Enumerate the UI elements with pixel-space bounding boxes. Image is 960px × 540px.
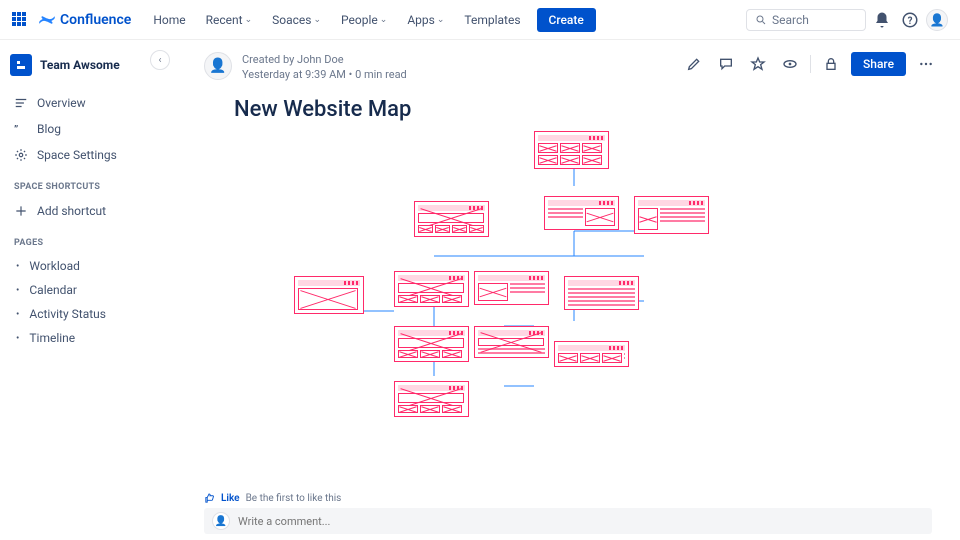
chevron-down-icon: ⌄ <box>245 15 253 25</box>
byline-text: Created by John Doe Yesterday at 9:39 AM… <box>242 52 407 83</box>
brand-logo[interactable]: Confluence <box>38 11 131 29</box>
blog-icon: ” <box>14 122 28 136</box>
gear-icon <box>14 148 28 162</box>
page-activity-status[interactable]: Activity Status <box>10 302 150 326</box>
like-bar: Like Be the first to like this <box>204 493 341 504</box>
wf-node <box>634 196 709 234</box>
sidebar-settings[interactable]: Space Settings <box>10 142 150 168</box>
nav-home[interactable]: Home <box>145 9 193 31</box>
nav-recent[interactable]: Recent⌄ <box>198 9 261 31</box>
create-button[interactable]: Create <box>537 8 596 32</box>
wf-node <box>414 201 489 237</box>
help-icon[interactable]: ? <box>898 8 922 32</box>
comment-input[interactable] <box>238 515 924 528</box>
wf-node <box>394 271 469 307</box>
nav-spaces[interactable]: Soaces⌄ <box>264 9 329 31</box>
edit-icon[interactable] <box>682 52 706 76</box>
space-title[interactable]: Team Awsome <box>10 54 150 76</box>
search-icon <box>755 14 767 26</box>
comment-box: 👤 <box>204 508 932 534</box>
chevron-down-icon: ⌄ <box>437 15 445 25</box>
notifications-icon[interactable] <box>870 8 894 32</box>
wf-node <box>554 341 629 367</box>
wf-node <box>474 271 549 305</box>
wf-node <box>544 196 619 230</box>
top-navigation: Confluence Home Recent⌄ Soaces⌄ People⌄ … <box>0 0 960 40</box>
sidebar: ‹ Team Awsome Overview ”Blog Space Setti… <box>0 40 160 540</box>
nav-people[interactable]: People⌄ <box>333 9 395 31</box>
divider <box>810 55 811 73</box>
thumbs-up-icon[interactable] <box>204 493 215 504</box>
confluence-icon <box>38 11 56 29</box>
wf-node <box>394 381 469 417</box>
main-content: Share 👤 Created by John Doe Yesterday at… <box>160 40 960 540</box>
nav-apps[interactable]: Apps⌄ <box>399 9 452 31</box>
page-title: New Website Map <box>234 97 932 122</box>
add-shortcut[interactable]: Add shortcut <box>10 198 150 224</box>
page-calendar[interactable]: Calendar <box>10 278 150 302</box>
comment-avatar: 👤 <box>212 512 230 530</box>
plus-icon <box>14 204 28 218</box>
wf-node <box>474 326 549 358</box>
profile-avatar[interactable]: 👤 <box>926 9 948 31</box>
overview-icon <box>14 96 28 110</box>
diagram-content <box>174 126 854 456</box>
svg-text:?: ? <box>908 15 913 26</box>
chevron-down-icon: ⌄ <box>314 15 322 25</box>
like-button[interactable]: Like <box>221 493 240 504</box>
wf-node <box>564 276 639 310</box>
page-workload[interactable]: Workload <box>10 254 150 278</box>
search-input[interactable]: Search <box>746 9 866 31</box>
app-switcher-icon[interactable] <box>12 12 28 28</box>
wf-node <box>534 131 609 169</box>
space-icon <box>10 54 32 76</box>
page-toolbar: Share <box>682 52 938 76</box>
brand-text: Confluence <box>60 12 131 28</box>
watch-icon[interactable] <box>778 52 802 76</box>
sidebar-overview[interactable]: Overview <box>10 90 150 116</box>
page-timeline[interactable]: Timeline <box>10 326 150 350</box>
restrictions-icon[interactable] <box>819 52 843 76</box>
like-status: Be the first to like this <box>246 493 342 504</box>
wf-node <box>294 276 364 314</box>
wf-node <box>394 326 469 362</box>
share-button[interactable]: Share <box>851 52 906 76</box>
svg-text:”: ” <box>14 123 18 136</box>
sidebar-blog[interactable]: ”Blog <box>10 116 150 142</box>
comment-icon[interactable] <box>714 52 738 76</box>
more-icon[interactable] <box>914 52 938 76</box>
pages-heading: PAGES <box>14 238 150 248</box>
nav-templates[interactable]: Templates <box>456 9 528 31</box>
star-icon[interactable] <box>746 52 770 76</box>
chevron-down-icon: ⌄ <box>380 15 388 25</box>
shortcuts-heading: SPACE SHORTCUTS <box>14 182 150 192</box>
author-avatar[interactable]: 👤 <box>204 52 232 80</box>
